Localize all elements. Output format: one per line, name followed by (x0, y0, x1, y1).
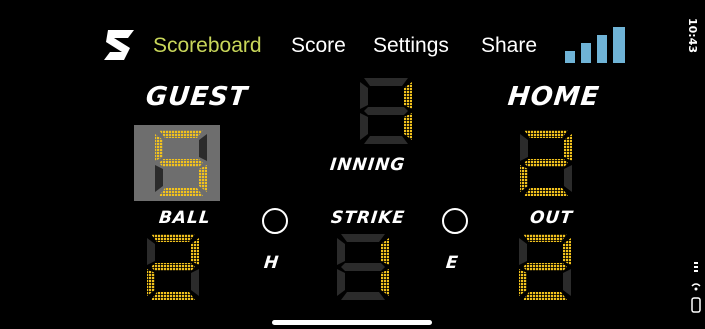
segment-a (523, 234, 567, 242)
strike-label: STRIKE (329, 208, 407, 228)
inning-label: INNING (328, 155, 407, 175)
segment-e (147, 269, 155, 296)
segment-d (341, 292, 385, 300)
segment-b (191, 238, 199, 265)
out-digit[interactable] (515, 232, 575, 302)
segment-g (523, 263, 567, 271)
segment-e (520, 165, 528, 192)
segment-d (159, 188, 203, 196)
segment-c (191, 269, 199, 296)
nav-tab-scoreboard-label: Scoreboard (153, 34, 262, 57)
segment-e (519, 269, 527, 296)
segment-e (155, 165, 163, 192)
status-time: 10:43 (686, 18, 699, 54)
nav-tab-share-label: Share (481, 34, 538, 57)
segment-g (364, 107, 408, 115)
home-label: HOME (506, 82, 602, 112)
nav-tab-settings[interactable]: Settings (373, 26, 449, 66)
segment-c (564, 165, 572, 192)
app-logo-icon (100, 28, 138, 62)
segment-a (341, 234, 385, 242)
guest-label: GUEST (144, 82, 250, 112)
segment-f (360, 82, 368, 109)
segment-d (524, 188, 568, 196)
segment-b (564, 134, 572, 161)
error-indicator-button[interactable] (442, 208, 468, 234)
nav-tab-scoreboard[interactable]: Scoreboard (153, 26, 262, 66)
segment-f (147, 238, 155, 265)
segment-d (151, 292, 195, 300)
nav-tab-settings-label: Settings (373, 34, 449, 57)
segment-c (563, 269, 571, 296)
error-label: E (444, 253, 460, 273)
guest-score-digit[interactable] (151, 128, 211, 198)
segment-c (381, 269, 389, 296)
out-label: OUT (528, 208, 574, 228)
segment-e (360, 113, 368, 140)
segment-e (337, 269, 345, 296)
hit-indicator-button[interactable] (262, 208, 288, 234)
signal-strength-icon[interactable] (565, 27, 627, 63)
segment-c (404, 113, 412, 140)
hit-label: H (262, 253, 281, 273)
segment-g (341, 263, 385, 271)
status-icons (690, 262, 702, 314)
nav-tab-score[interactable]: Score (291, 26, 346, 66)
nav-tab-score-label: Score (291, 34, 346, 57)
segment-b (381, 238, 389, 265)
segment-d (523, 292, 567, 300)
segment-c (199, 165, 207, 192)
home-score-digit[interactable] (516, 128, 576, 198)
strike-digit[interactable] (333, 232, 393, 302)
segment-g (524, 159, 568, 167)
segment-b (404, 82, 412, 109)
nav-tab-share[interactable]: Share (481, 26, 537, 66)
ball-digit[interactable] (143, 232, 203, 302)
segment-a (364, 78, 408, 86)
segment-f (520, 134, 528, 161)
segment-g (159, 159, 203, 167)
inning-digit[interactable] (356, 76, 416, 146)
segment-a (524, 130, 568, 138)
segment-a (151, 234, 195, 242)
ball-label: BALL (157, 208, 212, 228)
segment-f (337, 238, 345, 265)
segment-d (364, 136, 408, 144)
segment-b (199, 134, 207, 161)
home-indicator[interactable] (272, 320, 432, 325)
segment-f (155, 134, 163, 161)
segment-a (159, 130, 203, 138)
segment-g (151, 263, 195, 271)
segment-b (563, 238, 571, 265)
segment-f (519, 238, 527, 265)
